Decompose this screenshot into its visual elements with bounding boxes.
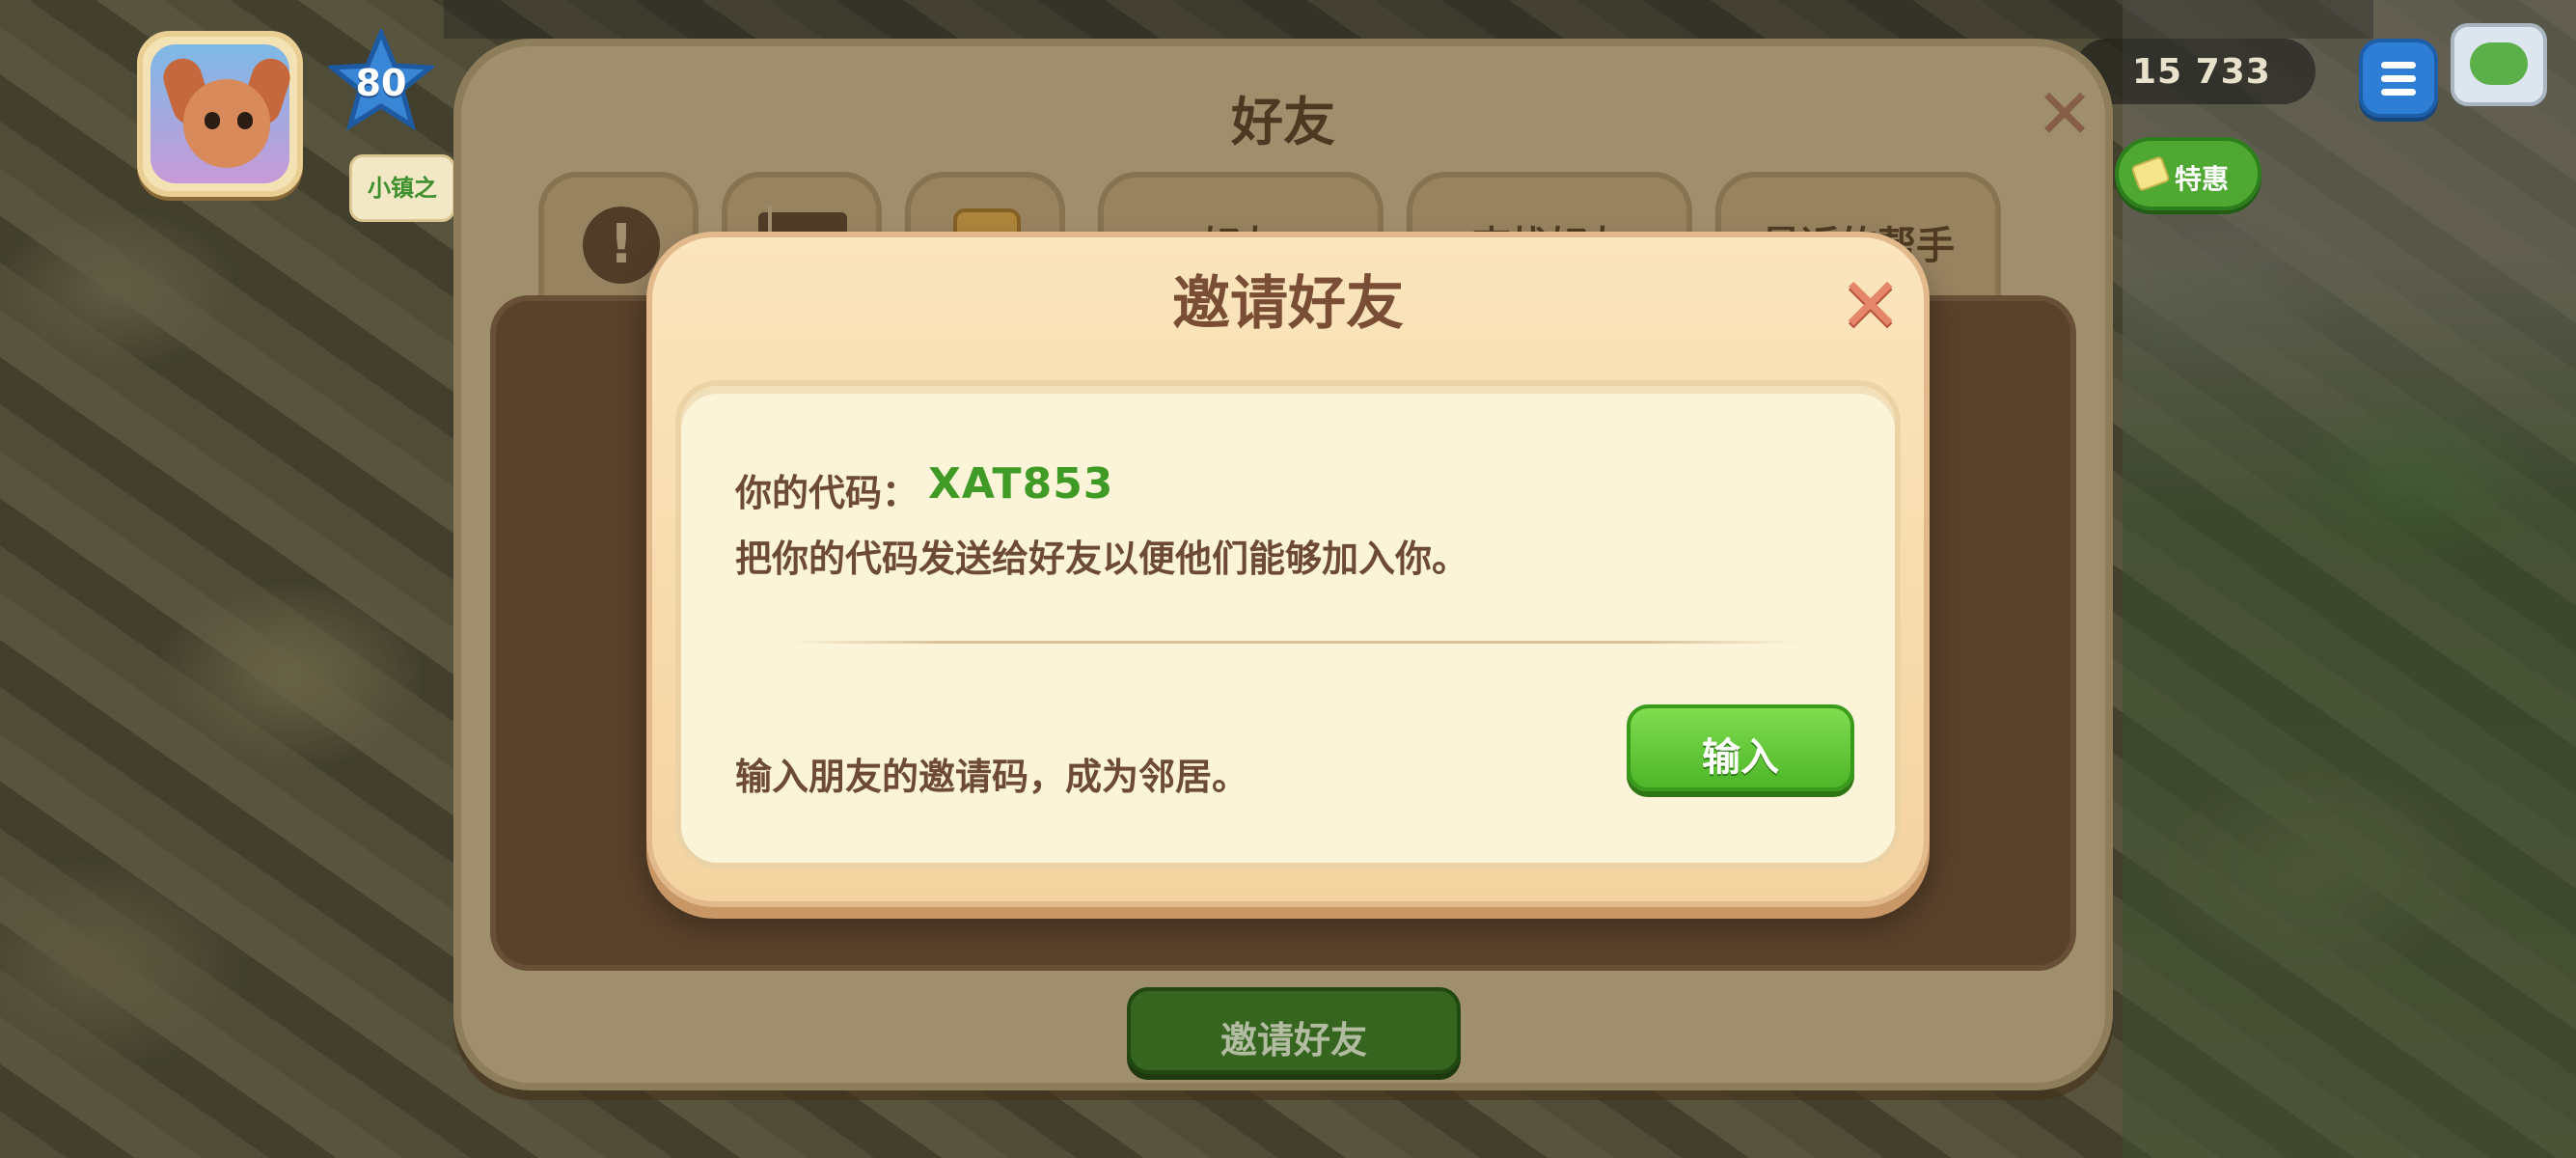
code-description: 把你的代码发送给好友以便他们能够加入你。 [735,538,1469,580]
town-badge[interactable]: 小镇之 [349,154,455,222]
avatar-portrait [151,44,295,183]
top-hud-strip [444,0,2373,39]
invite-friends-modal: 邀请好友 ✕ 你的代码： XAT853 把你的代码发送给好友以便他们能够加入你。… [646,232,1930,907]
your-code-label: 你的代码： [735,472,919,514]
avatar-face [183,79,270,168]
player-avatar[interactable] [137,31,303,197]
your-code-value: XAT853 [928,459,1114,509]
enter-code-button-label: 输入 [1702,735,1779,780]
modal-title: 邀请好友 [1172,270,1404,338]
avatar-eye [205,112,220,129]
close-icon[interactable]: ✕ [1839,268,1902,344]
menu-button[interactable] [2359,39,2438,118]
enter-code-button[interactable]: 输入 [1627,704,1854,791]
special-offer-label: 特惠 [2175,163,2230,195]
level-badge[interactable]: 80 [328,29,434,135]
chat-icon [2470,42,2528,85]
modal-body: 你的代码： XAT853 把你的代码发送给好友以便他们能够加入你。 输入朋友的邀… [675,380,1901,868]
coins-value: 15 733 [2132,52,2271,92]
chat-button[interactable] [2451,23,2547,106]
menu-icon [2381,75,2416,82]
level-number: 80 [355,62,407,104]
cash-icon [2130,155,2171,192]
menu-icon [2381,89,2416,96]
coins-counter[interactable]: 15 733 [2074,39,2316,104]
menu-icon [2381,62,2416,69]
divider [787,641,1800,644]
avatar-eye [237,112,253,129]
enter-code-description: 输入朋友的邀请码，成为邻居。 [735,756,1249,798]
special-offer-button[interactable]: 特惠 [2115,137,2261,210]
